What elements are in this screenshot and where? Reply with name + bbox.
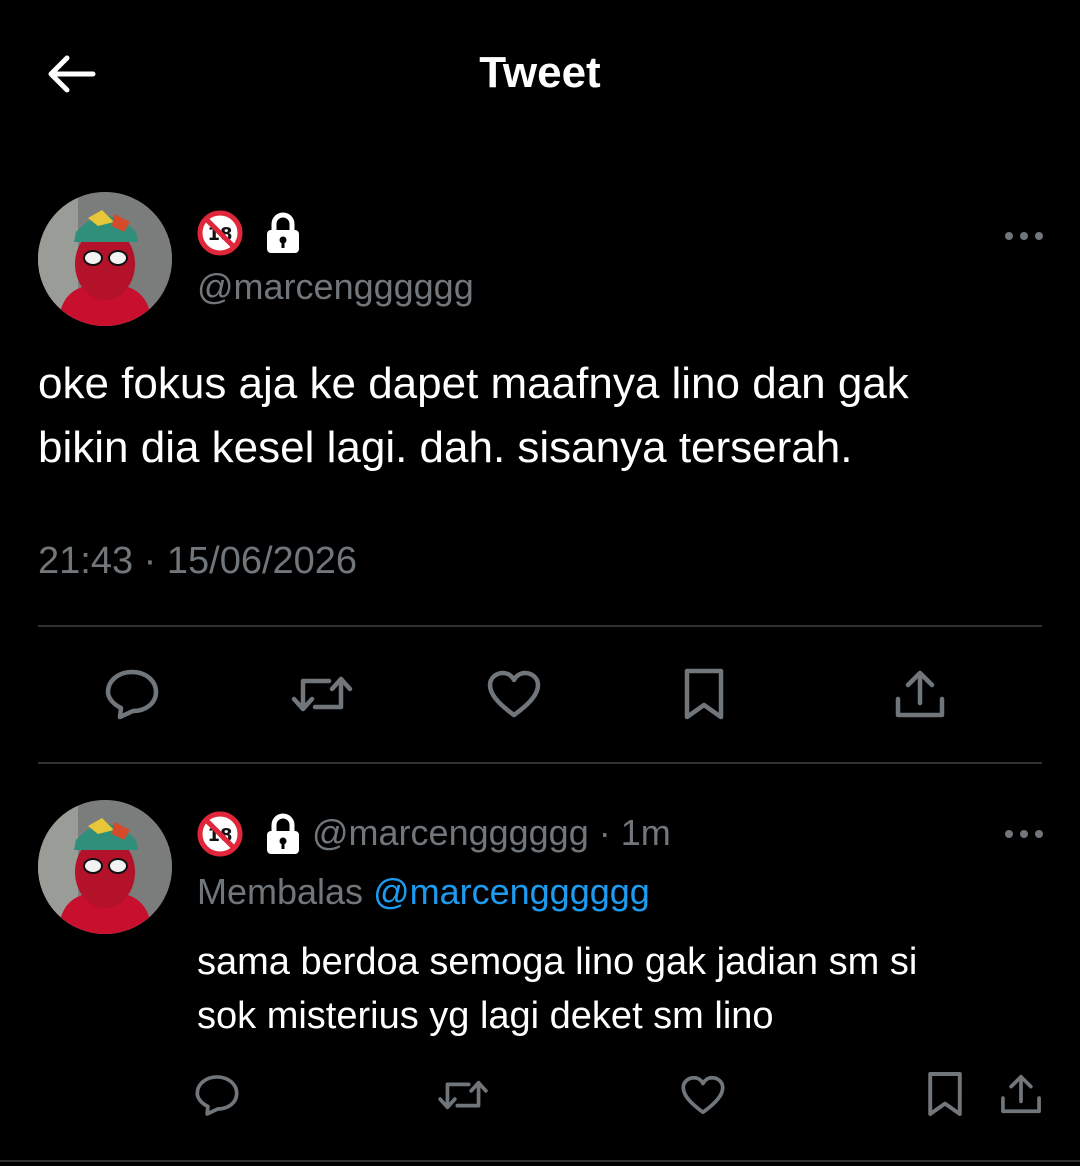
reply-text-line: sama berdoa semoga lino gak jadian sm si	[197, 941, 918, 983]
retweet-icon	[438, 1080, 488, 1110]
share-icon	[1001, 1074, 1041, 1114]
comment-icon	[105, 669, 159, 720]
heart-icon	[487, 670, 541, 718]
like-button[interactable]	[482, 664, 546, 724]
reply-text-line: sok misterius yg lagi deket sm lino	[197, 995, 774, 1037]
retweet-button[interactable]	[288, 664, 356, 724]
replying-to: Membalas @marcengggggg	[197, 871, 650, 913]
bookmark-button[interactable]	[676, 664, 732, 724]
reply-like-button[interactable]	[676, 1070, 730, 1120]
avatar[interactable]	[38, 192, 172, 326]
reply-avatar[interactable]	[38, 800, 172, 934]
lock-icon	[267, 212, 299, 253]
reply-time[interactable]: 1m	[621, 812, 671, 853]
retweet-icon	[291, 676, 353, 712]
reply-retweet-button[interactable]	[434, 1070, 492, 1120]
reply-user-badges: 18	[197, 811, 303, 857]
bookmark-icon	[684, 668, 724, 720]
bookmark-icon	[928, 1072, 962, 1116]
no-under-18-icon: 18	[197, 210, 243, 256]
replying-label: Membalas	[197, 871, 374, 912]
heart-icon	[681, 1075, 725, 1115]
tweet-text-line: bikin dia kesel lagi. dah. sisanya terse…	[38, 423, 853, 472]
tweet-timestamp[interactable]: 21:43 · 15/06/2026	[38, 540, 357, 583]
divider	[0, 1160, 1080, 1162]
more-dots-icon	[1005, 232, 1043, 240]
tweet-text: oke fokus aja ke dapet maafnya lino dan …	[38, 352, 1038, 480]
more-button[interactable]	[999, 221, 1049, 251]
no-under-18-icon: 18	[197, 811, 243, 857]
reply-more-button[interactable]	[999, 819, 1049, 849]
reply-comment-button[interactable]	[190, 1070, 244, 1120]
more-dots-icon	[1005, 830, 1043, 838]
reply-button[interactable]	[100, 664, 164, 724]
reply-author-handle[interactable]: @marcengggggg	[312, 812, 589, 853]
top-bar: Tweet	[0, 0, 1080, 150]
comment-icon	[195, 1075, 239, 1116]
divider	[38, 762, 1042, 764]
page-title: Tweet	[479, 48, 601, 97]
reply-meta: @marcengggggg · 1m	[312, 812, 671, 854]
reply-text: sama berdoa semoga lino gak jadian sm si…	[197, 935, 1037, 1043]
share-button[interactable]	[888, 664, 952, 724]
divider	[38, 625, 1042, 627]
tweet-author-handle[interactable]: @marcengggggg	[197, 266, 474, 308]
lock-icon	[267, 813, 299, 854]
share-icon	[895, 670, 945, 718]
meta-separator: ·	[588, 812, 621, 853]
reply-bookmark-button[interactable]	[920, 1068, 970, 1120]
user-badges: 18	[197, 210, 303, 256]
reply-share-button[interactable]	[995, 1068, 1047, 1120]
tweet-text-line: oke fokus aja ke dapet maafnya lino dan …	[38, 359, 909, 408]
replying-mention-link[interactable]: @marcengggggg	[373, 871, 650, 912]
